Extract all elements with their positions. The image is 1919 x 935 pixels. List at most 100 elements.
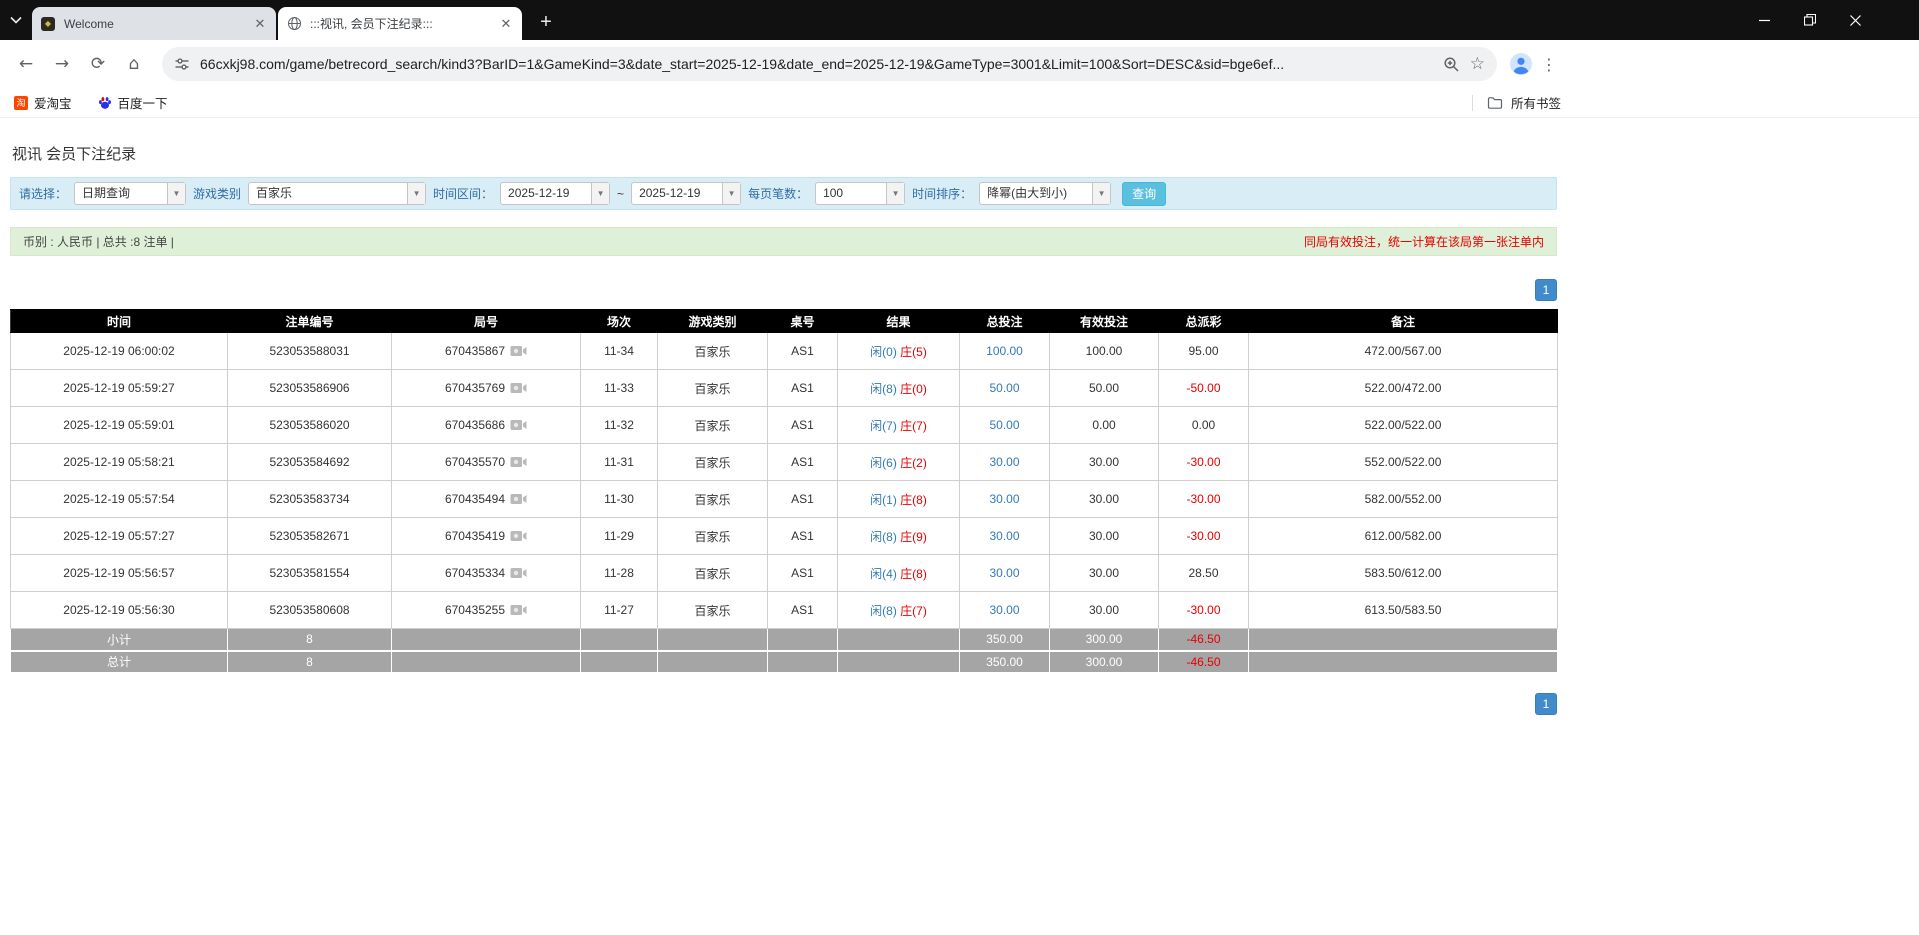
- cell-remark: 583.50/612.00: [1249, 555, 1558, 592]
- cell-total-bet[interactable]: 50.00: [960, 407, 1050, 444]
- table-row: 2025-12-19 05:57:27 523053582671 6704354…: [11, 518, 1558, 555]
- cell-game-type: 百家乐: [658, 370, 768, 407]
- cell-remark: 552.00/522.00: [1249, 444, 1558, 481]
- table-row: 2025-12-19 05:59:27 523053586906 6704357…: [11, 370, 1558, 407]
- bet-records-table: 时间注单编号局号场次游戏类别桌号结果总投注有效投注总派彩备注 2025-12-1…: [10, 309, 1558, 673]
- back-button[interactable]: ←: [10, 48, 42, 80]
- cell-round-id: 670435334: [392, 555, 581, 592]
- zoom-icon[interactable]: [1443, 56, 1460, 73]
- dropdown-arrow-icon[interactable]: ▼: [167, 183, 185, 204]
- cell-bet-id: 523053586906: [228, 370, 392, 407]
- cell-game-type: 百家乐: [658, 444, 768, 481]
- video-replay-icon[interactable]: [510, 604, 527, 616]
- all-bookmarks[interactable]: 所有书签: [1472, 93, 1561, 112]
- window-controls: [1759, 0, 1861, 40]
- video-replay-icon[interactable]: [510, 382, 527, 394]
- summary-bar: 币别 : 人民币 | 总共 :8 注单 | 同局有效投注，统一计算在该局第一张注…: [10, 227, 1557, 256]
- cell-total-bet[interactable]: 30.00: [960, 592, 1050, 629]
- cell-valid-bet: 0.00: [1050, 407, 1159, 444]
- date-start-select[interactable]: 2025-12-19 ▼: [500, 182, 610, 205]
- cell-remark: 522.00/522.00: [1249, 407, 1558, 444]
- cell-total-bet[interactable]: 50.00: [960, 370, 1050, 407]
- cell-game-type: 百家乐: [658, 333, 768, 370]
- cell-table-id: AS1: [768, 518, 838, 555]
- video-replay-icon[interactable]: [510, 456, 527, 468]
- subtotal-row: 小计 8 350.00 300.00 -46.50: [11, 629, 1558, 651]
- new-tab-button[interactable]: +: [532, 8, 560, 36]
- browser-tab-betrecord[interactable]: :::视讯, 会员下注纪录::: ✕: [278, 7, 522, 40]
- page-size-label: 每页笔数：: [748, 185, 808, 202]
- page-number-button[interactable]: 1: [1535, 693, 1557, 715]
- subtotal-label: 小计: [11, 629, 228, 651]
- video-replay-icon[interactable]: [510, 419, 527, 431]
- bookmark-star-icon[interactable]: ☆: [1470, 54, 1485, 74]
- subtotal-payout: -46.50: [1159, 629, 1249, 651]
- cell-game-type: 百家乐: [658, 555, 768, 592]
- cell-payout: -30.00: [1159, 518, 1249, 555]
- tab-close-icon[interactable]: ✕: [498, 16, 514, 32]
- cell-game-type: 百家乐: [658, 592, 768, 629]
- cell-game-type: 百家乐: [658, 407, 768, 444]
- cell-time: 2025-12-19 06:00:02: [11, 333, 228, 370]
- dropdown-arrow-icon[interactable]: ▼: [591, 183, 609, 204]
- cell-total-bet[interactable]: 30.00: [960, 481, 1050, 518]
- browser-menu-icon[interactable]: ⋮: [1537, 55, 1561, 74]
- cell-payout: 28.50: [1159, 555, 1249, 592]
- search-button[interactable]: 查询: [1122, 182, 1166, 206]
- cell-total-bet[interactable]: 100.00: [960, 333, 1050, 370]
- cell-round-id: 670435867: [392, 333, 581, 370]
- minimize-button[interactable]: [1759, 15, 1770, 26]
- column-header: 注单编号: [228, 310, 392, 333]
- forward-button[interactable]: →: [46, 48, 78, 80]
- video-replay-icon[interactable]: [510, 345, 527, 357]
- cell-total-bet[interactable]: 30.00: [960, 555, 1050, 592]
- browser-tab-welcome[interactable]: ◆ Welcome ✕: [32, 7, 276, 40]
- reload-button[interactable]: ⟳: [82, 48, 114, 80]
- cell-time: 2025-12-19 05:58:21: [11, 444, 228, 481]
- date-end-select[interactable]: 2025-12-19 ▼: [631, 182, 741, 205]
- cell-result: 闲(4) 庄(8): [838, 555, 960, 592]
- currency-summary-text: 币别 : 人民币 | 总共 :8 注单 |: [23, 233, 174, 250]
- tab-strip: ◆ Welcome ✕ :::视讯, 会员下注纪录::: ✕ +: [0, 0, 1919, 40]
- sort-order-select[interactable]: 降幂(由大到小) ▼: [979, 182, 1111, 205]
- page-size-select[interactable]: 100 ▼: [815, 182, 905, 205]
- dropdown-arrow-icon[interactable]: ▼: [886, 183, 904, 204]
- profile-avatar[interactable]: [1509, 52, 1533, 76]
- cell-time: 2025-12-19 05:57:27: [11, 518, 228, 555]
- cell-bet-id: 523053582671: [228, 518, 392, 555]
- video-replay-icon[interactable]: [510, 493, 527, 505]
- column-header: 结果: [838, 310, 960, 333]
- column-header: 局号: [392, 310, 581, 333]
- site-settings-icon[interactable]: [174, 56, 190, 72]
- maximize-button[interactable]: [1804, 14, 1816, 26]
- page-number-button[interactable]: 1: [1535, 279, 1557, 301]
- cell-payout: -50.00: [1159, 370, 1249, 407]
- cell-total-bet[interactable]: 30.00: [960, 444, 1050, 481]
- bookmark-aitaobao[interactable]: 淘 爱淘宝: [14, 93, 72, 112]
- home-button[interactable]: ⌂: [118, 48, 150, 80]
- cell-result: 闲(8) 庄(7): [838, 592, 960, 629]
- tab-search-button[interactable]: [0, 0, 32, 40]
- dropdown-arrow-icon[interactable]: ▼: [722, 183, 740, 204]
- divider: [1472, 95, 1473, 111]
- cell-round-id: 670435494: [392, 481, 581, 518]
- cell-result: 闲(0) 庄(5): [838, 333, 960, 370]
- folder-icon: [1487, 96, 1503, 110]
- close-button[interactable]: [1850, 15, 1861, 26]
- cell-table-id: AS1: [768, 333, 838, 370]
- dropdown-arrow-icon[interactable]: ▼: [407, 183, 425, 204]
- bookmark-label: 百度一下: [118, 93, 168, 112]
- dropdown-arrow-icon[interactable]: ▼: [1092, 183, 1110, 204]
- address-bar[interactable]: 66cxkj98.com/game/betrecord_search/kind3…: [162, 47, 1497, 81]
- tab-close-icon[interactable]: ✕: [252, 16, 268, 32]
- cell-round-id: 670435570: [392, 444, 581, 481]
- column-header: 桌号: [768, 310, 838, 333]
- game-type-select[interactable]: 百家乐 ▼: [248, 182, 426, 205]
- video-replay-icon[interactable]: [510, 530, 527, 542]
- date-query-select[interactable]: 日期查询 ▼: [74, 182, 186, 205]
- cell-remark: 522.00/472.00: [1249, 370, 1558, 407]
- cell-total-bet[interactable]: 30.00: [960, 518, 1050, 555]
- bookmark-baidu[interactable]: 百度一下: [98, 93, 168, 112]
- video-replay-icon[interactable]: [510, 567, 527, 579]
- cell-round-id: 670435686: [392, 407, 581, 444]
